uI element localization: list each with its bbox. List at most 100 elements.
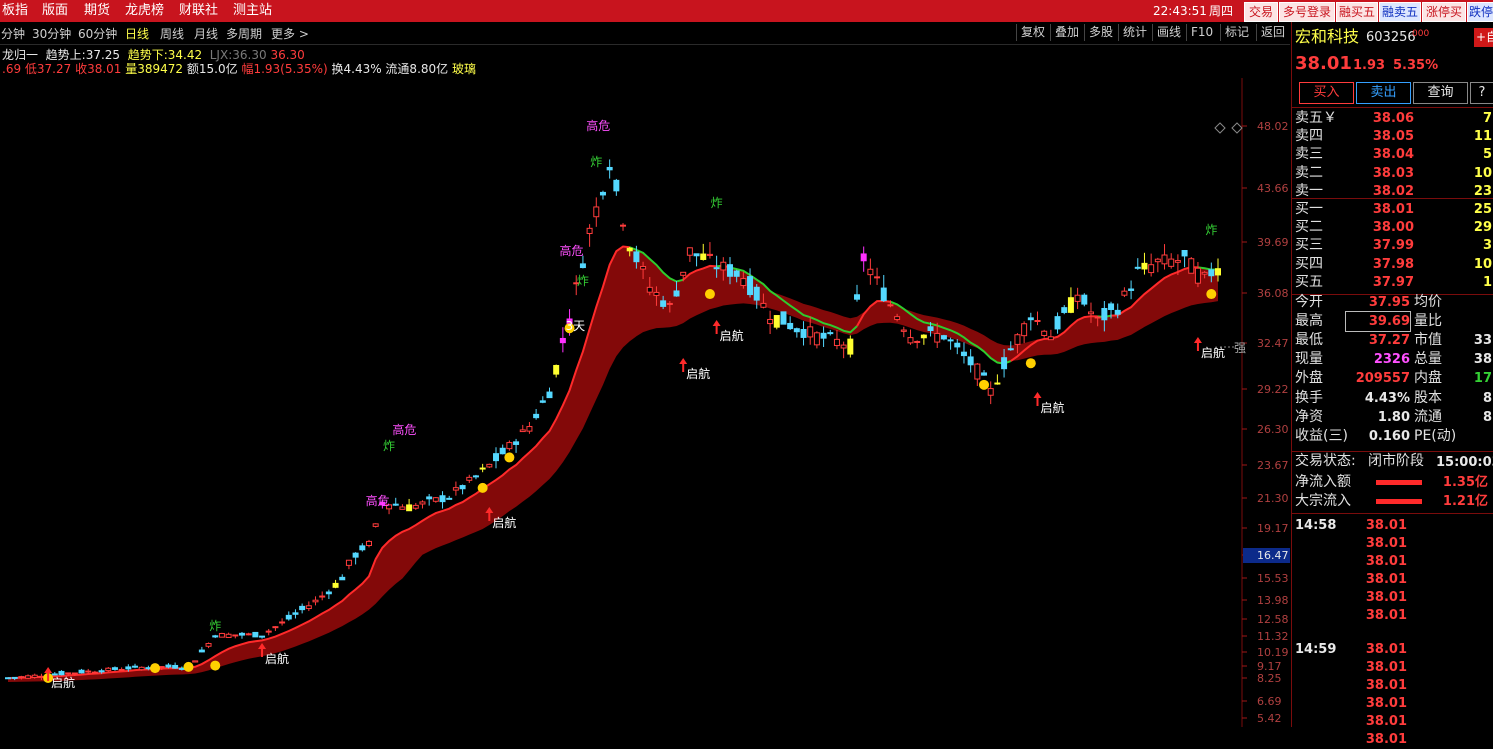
stat-label: 内盘 — [1414, 369, 1442, 388]
f10-button[interactable]: F10 — [1186, 24, 1213, 41]
quote-amount: 额15.0亿 — [187, 62, 238, 76]
candle-body — [413, 505, 418, 508]
candle-body — [494, 454, 499, 461]
stat-label: 股本 — [1414, 389, 1442, 408]
candle-body — [1042, 331, 1047, 335]
candle-body — [313, 600, 318, 602]
buy-button[interactable]: 买入 — [1299, 82, 1354, 104]
stat-value: 17 — [1442, 369, 1492, 388]
candle-body — [674, 291, 679, 296]
candle-body — [734, 271, 739, 276]
query-button[interactable]: 查询 — [1413, 82, 1468, 104]
orderbook-qty: 10 — [1442, 164, 1492, 183]
menu-item-futures[interactable]: 期货 — [84, 0, 110, 22]
multi-login-button[interactable]: 多号登录 — [1279, 2, 1335, 22]
more-button[interactable]: ? — [1470, 82, 1493, 104]
orderbook-price: 38.01 — [1352, 200, 1414, 219]
candle-body — [855, 295, 860, 299]
margin-sell5-button[interactable]: 融卖五 — [1379, 2, 1421, 22]
orderbook-price: 38.00 — [1352, 218, 1414, 237]
trade-button[interactable]: 交易 — [1244, 2, 1278, 22]
back-button[interactable]: 返回 — [1256, 24, 1285, 41]
add-favorite-button[interactable]: +自 — [1474, 28, 1493, 47]
mark-button[interactable]: 标记 — [1220, 24, 1249, 41]
candle-body — [614, 180, 619, 190]
period-tab-monthly[interactable]: 月线 — [194, 25, 218, 42]
candle-body — [293, 613, 298, 614]
diamond-icon — [1232, 123, 1242, 133]
candle-body — [988, 389, 993, 396]
menu-item-dragon-tiger[interactable]: 龙虎榜 — [125, 0, 164, 22]
candle-body — [801, 329, 806, 337]
menu-item-layout[interactable]: 版面 — [42, 0, 68, 22]
explode-label: 炸 — [577, 274, 589, 288]
price-tick-label: 8.25 — [1257, 672, 1282, 685]
sell-button[interactable]: 卖出 — [1356, 82, 1411, 104]
signal-dot — [478, 483, 488, 493]
candle-body — [333, 583, 338, 587]
candle-body — [941, 336, 946, 339]
orderbook-label: 买五 — [1295, 273, 1323, 292]
signal-dot — [705, 289, 715, 299]
candle-body — [995, 383, 1000, 384]
last-price: 38.01 — [1295, 54, 1352, 73]
orderbook-price: 37.99 — [1352, 236, 1414, 255]
limit-up-buy-button[interactable]: 涨停买 — [1422, 2, 1466, 22]
block-inflow-label: 大宗流入 — [1295, 492, 1351, 511]
candle-body — [841, 345, 846, 348]
period-tab-daily[interactable]: 日线 — [125, 25, 149, 42]
overlay-button[interactable]: 叠加 — [1050, 24, 1079, 41]
candle-body — [707, 254, 712, 255]
candle-body — [427, 497, 432, 499]
price-tick-label: 15.53 — [1257, 572, 1289, 585]
margin-buy5-button[interactable]: 融买五 — [1336, 2, 1378, 22]
orderbook-price: 38.03 — [1352, 164, 1414, 183]
candle-body — [554, 365, 559, 374]
diamond-icon — [1215, 123, 1225, 133]
candle-body — [1182, 251, 1187, 256]
candle-body — [520, 430, 525, 432]
candle-body — [600, 192, 605, 195]
period-tab-30min[interactable]: 30分钟 — [32, 25, 71, 42]
candle-body — [547, 392, 552, 398]
candle-body — [1002, 358, 1007, 369]
candle-body — [1169, 259, 1174, 266]
net-inflow-value: 1.35亿 — [1432, 473, 1488, 492]
candle-body — [179, 668, 184, 669]
candle-body — [92, 672, 97, 673]
menu-item-index[interactable]: 板指 — [2, 0, 28, 22]
candle-body — [99, 671, 104, 672]
draw-button[interactable]: 画线 — [1152, 24, 1181, 41]
limit-down-button[interactable]: 跌停 — [1467, 2, 1493, 22]
candle-body — [340, 577, 345, 579]
candle-body — [1135, 267, 1140, 268]
menu-item-cls-news[interactable]: 财联社 — [179, 0, 218, 22]
candle-body — [326, 592, 331, 594]
signal-dot — [150, 663, 160, 673]
period-tab-min[interactable]: 分钟 — [1, 25, 25, 42]
kline-chart[interactable]: 48.0243.6639.6936.0832.4729.2226.3023.67… — [0, 78, 1290, 727]
signal-dot — [504, 452, 514, 462]
price-tick-label: 19.17 — [1257, 522, 1289, 535]
stats-button[interactable]: 统计 — [1118, 24, 1147, 41]
multi-stock-button[interactable]: 多股 — [1084, 24, 1113, 41]
tick-price: 38.01 — [1352, 730, 1407, 749]
orderbook-price: 37.98 — [1352, 255, 1414, 274]
candle-body — [286, 615, 291, 619]
adjust-button[interactable]: 复权 — [1016, 24, 1045, 41]
period-tab-60min[interactable]: 60分钟 — [78, 25, 117, 42]
stock-name: 宏和科技 — [1295, 27, 1359, 46]
period-tab-weekly[interactable]: 周线 — [160, 25, 184, 42]
quote-sector: 玻璃 — [452, 62, 476, 76]
price-change-pct: 5.35% — [1393, 56, 1438, 75]
candle-body — [540, 401, 545, 402]
menu-item-test-station[interactable]: 测主站 — [233, 0, 272, 22]
candle-body — [895, 317, 900, 320]
stat-value: 37.27 — [1346, 331, 1410, 350]
mark-count-label: 3天 — [566, 319, 586, 333]
period-tab-more[interactable]: 更多 > — [271, 25, 309, 42]
candle-body — [901, 330, 906, 331]
quote-turnover: 换4.43% 流通8.80亿 — [332, 62, 449, 76]
candle-body — [487, 464, 492, 467]
period-tab-multi[interactable]: 多周期 — [226, 25, 262, 42]
